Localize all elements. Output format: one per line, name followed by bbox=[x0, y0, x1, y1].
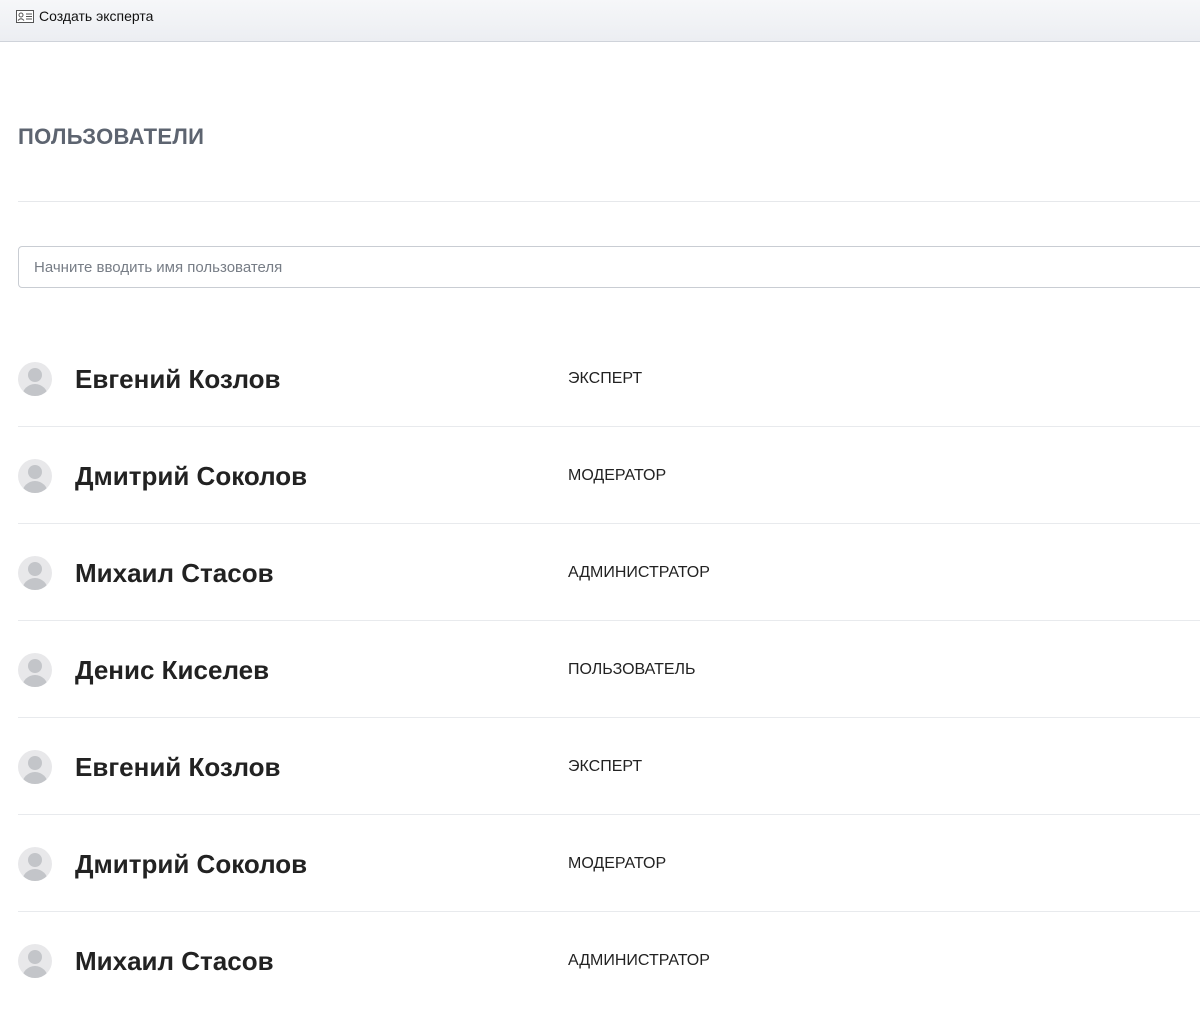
user-row[interactable]: Михаил Стасов АДМИНИСТРАТОР bbox=[18, 524, 1200, 621]
user-name: Денис Киселев bbox=[75, 655, 270, 685]
user-name: Михаил Стасов bbox=[75, 558, 274, 588]
page-title: ПОЛЬЗОВАТЕЛИ bbox=[18, 124, 205, 149]
user-name: Дмитрий Соколов bbox=[75, 461, 308, 491]
user-name: Дмитрий Соколов bbox=[75, 849, 308, 879]
user-row[interactable]: Михаил Стасов АДМИНИСТРАТОР bbox=[18, 912, 1200, 1009]
user-row[interactable]: Евгений Козлов ЭКСПЕРТ bbox=[18, 718, 1200, 815]
user-row[interactable]: Евгений Козлов ЭКСПЕРТ bbox=[18, 330, 1200, 427]
title-divider bbox=[18, 201, 1200, 202]
create-expert-button[interactable]: Создать эксперта bbox=[16, 8, 153, 24]
user-name: Евгений Козлов bbox=[75, 752, 281, 782]
avatar bbox=[18, 653, 52, 687]
user-row[interactable]: Дмитрий Соколов МОДЕРАТОР bbox=[18, 815, 1200, 912]
user-name: Евгений Козлов bbox=[75, 364, 281, 394]
create-expert-label: Создать эксперта bbox=[39, 8, 154, 24]
user-role: АДМИНИСТРАТОР bbox=[568, 564, 710, 581]
user-role: ЭКСПЕРТ bbox=[568, 370, 643, 387]
avatar bbox=[18, 944, 52, 978]
user-row[interactable]: Денис Киселев ПОЛЬЗОВАТЕЛЬ bbox=[18, 621, 1200, 718]
user-role: АДМИНИСТРАТОР bbox=[568, 952, 710, 969]
avatar bbox=[18, 459, 52, 493]
user-list: Евгений Козлов ЭКСПЕРТ Дмитрий Соколов М… bbox=[18, 330, 1200, 1009]
user-role: МОДЕРАТОР bbox=[568, 467, 667, 484]
user-search-input[interactable] bbox=[18, 246, 1200, 288]
user-role: ЭКСПЕРТ bbox=[568, 758, 643, 775]
user-role: МОДЕРАТОР bbox=[568, 855, 667, 872]
id-card-icon bbox=[16, 9, 34, 23]
avatar bbox=[18, 556, 52, 590]
avatar bbox=[18, 750, 52, 784]
user-name: Михаил Стасов bbox=[75, 946, 274, 976]
user-row[interactable]: Дмитрий Соколов МОДЕРАТОР bbox=[18, 427, 1200, 524]
user-role: ПОЛЬЗОВАТЕЛЬ bbox=[568, 661, 696, 678]
avatar bbox=[18, 847, 52, 881]
top-toolbar: Создать эксперта bbox=[0, 0, 1200, 42]
avatar bbox=[18, 362, 52, 396]
